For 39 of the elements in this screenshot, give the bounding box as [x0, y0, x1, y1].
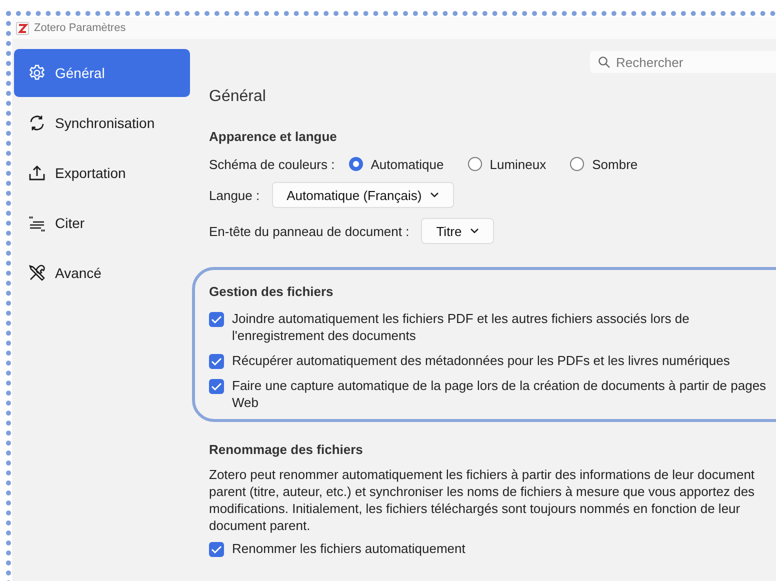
app-logo-icon — [16, 22, 29, 34]
section-heading: Apparence et langue — [209, 128, 338, 146]
checkbox[interactable] — [209, 379, 224, 394]
field-label: Langue : — [209, 188, 260, 202]
quote-lines-icon — [28, 214, 46, 232]
checkbox[interactable] — [209, 354, 224, 369]
sidebar-item[interactable]: Citer — [14, 199, 190, 247]
checkbox-label[interactable]: Faire une capture automatique de la page lors de la création de documents à partir de pages Web — [232, 377, 773, 411]
chevron-down-icon — [470, 228, 479, 234]
radio-label[interactable]: Automatique — [370, 156, 444, 172]
gear-icon — [28, 64, 46, 82]
sidebar-item[interactable]: Avancé — [14, 249, 190, 297]
dropdown[interactable]: Titre — [421, 218, 494, 244]
checkbox-label[interactable]: Joindre automatiquement les fichiers PDF et les autres fichiers associés lors de l'enregistrement des documents — [232, 310, 773, 344]
description-text: Zotero peut renommer automatiquement les fichiers à partir des informations de leur document parent (titre, auteur, etc.) et synchroniser les noms de fichiers à mesure que vous apportez des modifications. Initialement, les fichiers téléchargés sont toujours nommés en fonction de leur document parent. — [209, 466, 756, 535]
checkbox-label[interactable]: Renommer les fichiers automatiquement — [232, 540, 466, 557]
sidebar-item[interactable]: Exportation — [14, 149, 190, 197]
field-label: Schéma de couleurs : — [209, 156, 335, 172]
checkbox-label[interactable]: Récupérer automatiquement des métadonnées pour les PDFs et les livres numériques — [232, 352, 730, 369]
field-label: En-tête du panneau de document : — [209, 224, 410, 238]
window-title: Zotero Paramètres — [34, 22, 126, 34]
page-title: Général — [209, 87, 267, 107]
radio-button[interactable] — [468, 157, 482, 171]
chevron-down-icon — [430, 192, 439, 198]
radio-button[interactable] — [570, 157, 584, 171]
radio-label[interactable]: Lumineux — [490, 156, 546, 172]
radio-button[interactable] — [348, 157, 363, 171]
dropdown[interactable]: Automatique (Français) — [272, 182, 454, 208]
tools-icon — [28, 264, 46, 282]
section-heading: Gestion des fichiers — [209, 283, 334, 301]
upload-icon — [28, 164, 46, 182]
sync-icon — [28, 114, 46, 132]
radio-label[interactable]: Sombre — [592, 156, 638, 172]
section-heading: Renommage des fichiers — [209, 441, 364, 459]
checkbox[interactable] — [209, 542, 224, 557]
checkbox[interactable] — [209, 312, 224, 327]
search-field[interactable]: Rechercher — [590, 51, 776, 73]
sidebar-item[interactable]: Général — [14, 49, 190, 97]
sidebar-item[interactable]: Synchronisation — [14, 99, 190, 147]
